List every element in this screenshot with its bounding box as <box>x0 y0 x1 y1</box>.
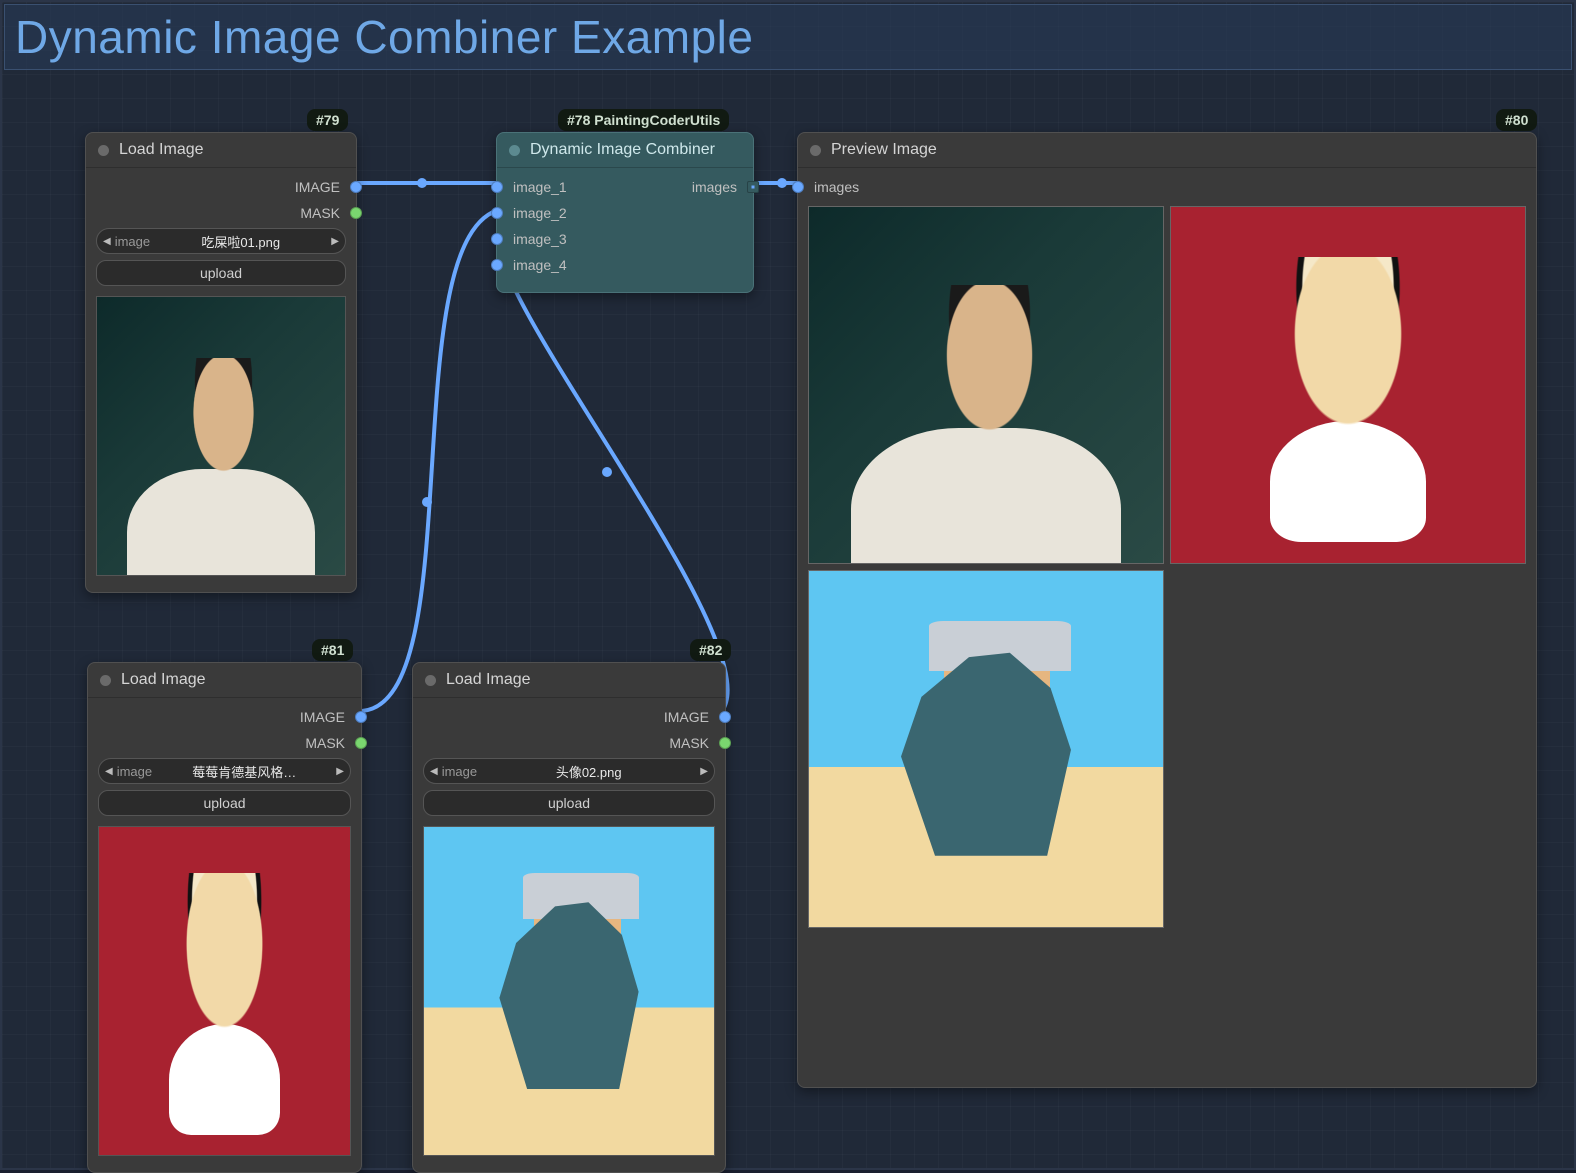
node-id-badge-82: #82 <box>690 639 731 661</box>
port-icon[interactable] <box>719 737 731 749</box>
node-id-badge-80: #80 <box>1496 109 1537 131</box>
port-icon[interactable] <box>491 233 503 245</box>
preview-image-2[interactable] <box>1170 206 1526 564</box>
port-icon[interactable] <box>491 259 503 271</box>
next-arrow-icon[interactable]: ▶ <box>331 236 339 247</box>
prev-arrow-icon[interactable]: ◀ <box>103 236 111 247</box>
collapse-dot-icon[interactable] <box>509 145 520 156</box>
collapse-dot-icon[interactable] <box>98 145 109 156</box>
preview-image-3[interactable] <box>808 570 1164 928</box>
preview-image-1[interactable] <box>808 206 1164 564</box>
workflow-title: Dynamic Image Combiner Example <box>15 10 754 64</box>
node-header[interactable]: Load Image <box>88 663 361 698</box>
node-load-image-3[interactable]: Load Image IMAGE MASK ◀ image 头像02.png ▶… <box>412 662 726 1173</box>
output-slot-mask[interactable]: MASK <box>88 730 361 756</box>
output-slot-image[interactable]: IMAGE <box>88 704 361 730</box>
node-title: Dynamic Image Combiner <box>530 141 715 159</box>
image-preview[interactable] <box>98 826 351 1156</box>
node-title: Preview Image <box>831 141 937 159</box>
next-arrow-icon[interactable]: ▶ <box>700 766 708 777</box>
port-icon[interactable] <box>491 207 503 219</box>
port-grid-icon[interactable] <box>747 181 759 193</box>
port-icon[interactable] <box>355 711 367 723</box>
node-header[interactable]: Load Image <box>413 663 725 698</box>
port-icon[interactable] <box>350 207 362 219</box>
image-file-selector[interactable]: ◀ image 头像02.png ▶ <box>423 758 715 784</box>
input-slot-image-3[interactable]: image_3 <box>497 226 753 252</box>
collapse-dot-icon[interactable] <box>810 145 821 156</box>
output-slot-image[interactable]: IMAGE <box>413 704 725 730</box>
image-preview[interactable] <box>423 826 715 1156</box>
output-slot-mask[interactable]: MASK <box>86 200 356 226</box>
node-title: Load Image <box>121 671 206 689</box>
upload-button[interactable]: upload <box>423 790 715 816</box>
node-header[interactable]: Preview Image <box>798 133 1536 168</box>
input-slot-image-1[interactable]: image_1 images <box>497 174 753 200</box>
collapse-dot-icon[interactable] <box>100 675 111 686</box>
input-slot-images[interactable]: images <box>798 174 1536 200</box>
image-preview[interactable] <box>96 296 346 576</box>
port-icon[interactable] <box>491 181 503 193</box>
port-icon[interactable] <box>350 181 362 193</box>
prev-arrow-icon[interactable]: ◀ <box>430 766 438 777</box>
node-id-badge-79: #79 <box>307 109 348 131</box>
node-preview-image[interactable]: Preview Image images <box>797 132 1537 1088</box>
workflow-title-banner: Dynamic Image Combiner Example <box>4 4 1572 70</box>
node-load-image-1[interactable]: Load Image IMAGE MASK ◀ image 吃屎啦01.png … <box>85 132 357 593</box>
upload-button[interactable]: upload <box>96 260 346 286</box>
node-load-image-2[interactable]: Load Image IMAGE MASK ◀ image 莓莓肯德基风格… ▶… <box>87 662 362 1173</box>
output-slot-mask[interactable]: MASK <box>413 730 725 756</box>
image-file-selector[interactable]: ◀ image 莓莓肯德基风格… ▶ <box>98 758 351 784</box>
node-header[interactable]: Load Image <box>86 133 356 168</box>
port-icon[interactable] <box>355 737 367 749</box>
output-slot-images-label: images <box>692 179 737 195</box>
input-slot-image-4[interactable]: image_4 <box>497 252 753 278</box>
image-file-selector[interactable]: ◀ image 吃屎啦01.png ▶ <box>96 228 346 254</box>
node-title: Load Image <box>446 671 531 689</box>
node-id-badge-81: #81 <box>312 639 353 661</box>
node-id-badge-78: #78 PaintingCoderUtils <box>558 109 729 131</box>
node-header[interactable]: Dynamic Image Combiner <box>497 133 753 168</box>
node-dynamic-image-combiner[interactable]: Dynamic Image Combiner image_1 images im… <box>496 132 754 293</box>
node-title: Load Image <box>119 141 204 159</box>
node-graph-canvas[interactable]: Dynamic Image Combiner Example #79 #78 P… <box>0 0 1576 1170</box>
port-icon[interactable] <box>792 181 804 193</box>
upload-button[interactable]: upload <box>98 790 351 816</box>
collapse-dot-icon[interactable] <box>425 675 436 686</box>
preview-empty-slot <box>1170 570 1526 928</box>
input-slot-image-2[interactable]: image_2 <box>497 200 753 226</box>
port-icon[interactable] <box>719 711 731 723</box>
next-arrow-icon[interactable]: ▶ <box>336 766 344 777</box>
prev-arrow-icon[interactable]: ◀ <box>105 766 113 777</box>
output-slot-image[interactable]: IMAGE <box>86 174 356 200</box>
